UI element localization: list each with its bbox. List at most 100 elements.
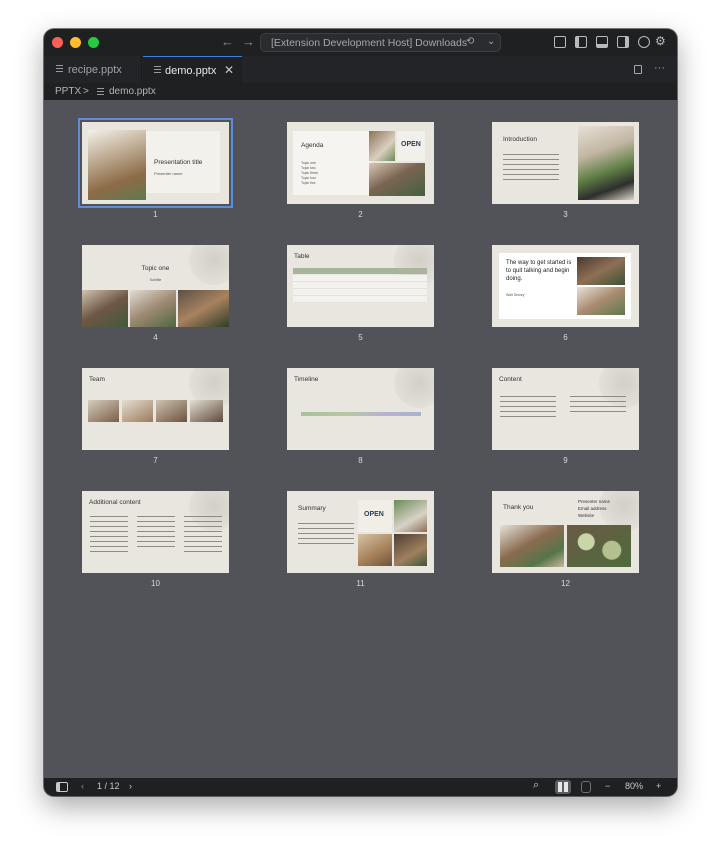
column-text — [90, 516, 128, 556]
slide-7[interactable]: Team — [82, 368, 229, 450]
tab-demo[interactable]: demo.pptx ✕ — [143, 56, 242, 83]
slide-title: Presentation title — [154, 159, 203, 166]
slide-number: 7 — [153, 456, 158, 465]
slide-number: 8 — [358, 456, 363, 465]
status-bar: ‹ 1 / 12 › ⌕ − 80% + — [44, 778, 677, 796]
photo — [500, 525, 564, 567]
file-icon — [56, 65, 63, 73]
slide-title: Thank you — [503, 504, 534, 511]
next-page-button[interactable]: › — [129, 781, 132, 791]
agenda-item: Topic five — [301, 181, 316, 185]
slide-number: 2 — [358, 210, 363, 219]
team-photo — [88, 400, 119, 422]
toggle-primary-sidebar-icon[interactable] — [575, 36, 587, 48]
slide-10[interactable]: Additional content — [82, 491, 229, 573]
zoom-window-button[interactable] — [88, 37, 99, 48]
slide-number: 11 — [356, 579, 365, 588]
slide-title: Topic one — [141, 265, 170, 272]
body-text — [298, 523, 354, 545]
customize-layout-icon[interactable] — [554, 36, 566, 48]
team-photo — [122, 400, 153, 422]
quote-text: The way to get started is to quit talkin… — [506, 260, 572, 282]
photo — [394, 500, 427, 532]
grid-view-icon — [558, 782, 568, 792]
column-text — [570, 396, 626, 414]
gear-icon[interactable]: ⚙ — [655, 34, 666, 48]
slide-number: 10 — [151, 579, 160, 588]
body-text — [503, 154, 559, 182]
slide-title: Agenda — [301, 142, 324, 149]
website: Website — [578, 513, 595, 518]
back-arrow-icon[interactable]: ← — [221, 34, 234, 49]
breadcrumb-root[interactable]: PPTX — [55, 86, 81, 97]
timeline-bar — [301, 412, 421, 416]
slide-title: Timeline — [294, 376, 319, 383]
photo — [394, 534, 427, 566]
slide-8[interactable]: Timeline — [287, 368, 434, 450]
slide-12[interactable]: Thank you Presenter name Email address W… — [492, 491, 639, 573]
open-sign-text: OPEN — [401, 141, 421, 148]
minimize-window-button[interactable] — [70, 37, 81, 48]
more-actions-icon[interactable]: ··· — [654, 62, 665, 74]
editor-window: ← → [Extension Development Host] Downloa… — [44, 29, 677, 796]
previous-page-button[interactable]: ‹ — [81, 781, 84, 791]
open-sign-photo: OPEN — [358, 500, 392, 532]
zoom-level: 80% — [625, 781, 644, 791]
toggle-sidebar-icon[interactable] — [56, 782, 68, 792]
slide-subtitle: Presenter name — [154, 171, 183, 176]
team-photo — [190, 400, 223, 422]
slide-title: Additional content — [89, 499, 141, 506]
column-text — [184, 516, 222, 556]
photo — [82, 290, 128, 327]
slide-title: Introduction — [503, 136, 537, 143]
close-window-button[interactable] — [52, 37, 63, 48]
slide-title: Summary — [298, 505, 326, 512]
slide-number: 1 — [153, 210, 158, 219]
file-icon — [154, 66, 161, 74]
column-text — [500, 396, 556, 420]
tab-bar: recipe.pptx demo.pptx ✕ ··· — [44, 56, 677, 83]
copilot-icon[interactable]: ⟲ — [466, 36, 474, 47]
split-editor-icon[interactable] — [634, 65, 642, 74]
grid-view-button[interactable] — [555, 780, 571, 794]
zoom-out-button[interactable]: − — [605, 781, 610, 791]
slide-grid: Presentation title Presenter name 1 Agen… — [44, 100, 677, 778]
slide-3[interactable]: Introduction — [492, 122, 639, 204]
agenda-list: Topic one Topic two Topic three Topic fo… — [301, 161, 318, 186]
slide-2[interactable]: Agenda Topic one Topic two Topic three T… — [287, 122, 434, 204]
breadcrumb-file[interactable]: demo.pptx — [109, 86, 156, 97]
forward-arrow-icon[interactable]: → — [242, 34, 255, 49]
search-icon[interactable]: ⌕ — [533, 779, 539, 792]
slide-11[interactable]: Summary OPEN — [287, 491, 434, 573]
slide-number: 4 — [153, 333, 158, 342]
chevron-down-icon[interactable]: ⌄ — [487, 36, 495, 47]
produce-photo — [567, 525, 631, 567]
presenter-name: Presenter name — [578, 499, 611, 504]
contact-list: Presenter name Email address Website — [578, 498, 610, 519]
toggle-secondary-sidebar-icon[interactable] — [617, 36, 629, 48]
email-address: Email address — [578, 506, 607, 511]
close-icon[interactable]: ✕ — [224, 63, 234, 77]
slide-9[interactable]: Content — [492, 368, 639, 450]
command-center[interactable]: [Extension Development Host] Downloads ⟲… — [260, 33, 501, 52]
table-body — [293, 275, 427, 303]
slide-6[interactable]: The way to get started is to quit talkin… — [492, 245, 639, 327]
leaf-decoration — [394, 368, 434, 408]
toggle-panel-icon[interactable] — [596, 36, 608, 48]
tab-recipe[interactable]: recipe.pptx — [44, 56, 142, 83]
command-center-label: [Extension Development Host] Downloads — [271, 37, 468, 49]
breadcrumb-separator: > — [83, 86, 89, 97]
florist-photo — [369, 163, 425, 196]
account-icon[interactable] — [638, 36, 650, 48]
slide-4[interactable]: Topic one Subtitle — [82, 245, 229, 327]
slide-5[interactable]: Table — [287, 245, 434, 327]
breadcrumb: PPTX > demo.pptx — [44, 83, 677, 100]
hands-photo — [578, 126, 634, 200]
tab-label: recipe.pptx — [68, 64, 122, 76]
slide-number: 5 — [358, 333, 363, 342]
team-photo — [156, 400, 187, 422]
tab-label: demo.pptx — [165, 65, 217, 77]
single-page-view-button[interactable] — [581, 781, 591, 793]
zoom-in-button[interactable]: + — [656, 781, 661, 791]
slide-1[interactable]: Presentation title Presenter name — [78, 118, 233, 208]
